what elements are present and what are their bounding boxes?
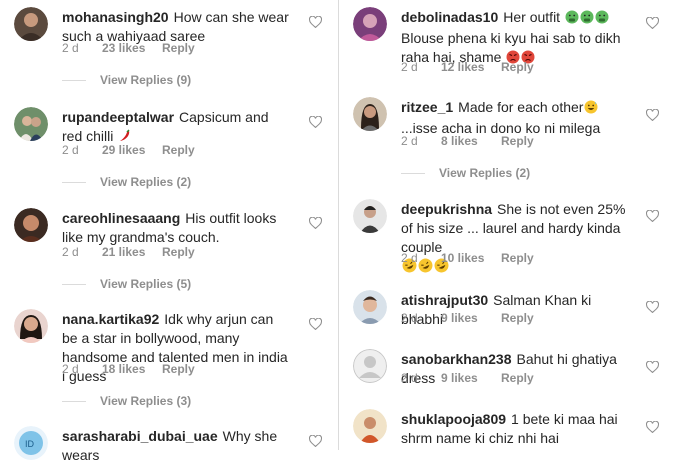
replies-divider-line [62,182,86,184]
comment-likes[interactable]: 9 likes [441,311,501,325]
like-heart-icon[interactable] [309,435,322,447]
comment-meta: 2 d 12 likes Reply [401,60,534,74]
avatar[interactable] [14,309,48,343]
comment-meta: 2 d 9 likes Reply [401,311,534,325]
comment-time: 2 d [401,311,418,325]
like-heart-icon[interactable] [309,217,322,229]
comment-username[interactable]: debolinadas10 [401,9,498,25]
reply-button[interactable]: Reply [501,134,534,148]
view-replies-link[interactable]: View Replies (5) [62,277,191,291]
comment-likes[interactable]: 10 likes [441,251,501,265]
avatar[interactable] [353,199,387,233]
comment-username[interactable]: shuklapooja809 [401,411,506,427]
comment-likes[interactable]: 29 likes [102,143,162,157]
comment-username[interactable]: careohlinesaaang [62,210,180,226]
comment-text: Her outfit [503,9,561,25]
comment-time: 2 d [62,143,79,157]
view-replies-label: View Replies (9) [100,73,192,87]
view-replies-label: View Replies (3) [100,394,192,408]
view-replies-link[interactable]: View Replies (3) [62,394,191,408]
replies-divider-line [62,401,86,403]
svg-text:ID: ID [25,439,35,449]
comment-username[interactable]: atishrajput30 [401,292,488,308]
avatar[interactable]: ID [14,426,48,460]
face-vomiting-emoji [580,10,594,29]
face-grinning-sweat-emoji [584,100,598,119]
like-heart-icon[interactable] [309,16,322,28]
view-replies-link[interactable]: View Replies (9) [62,73,191,87]
reply-button[interactable]: Reply [501,311,534,325]
avatar[interactable] [353,409,387,443]
comment-time: 2 d [62,362,79,376]
reply-button[interactable]: Reply [162,245,195,259]
comment-username[interactable]: sarasharabi_dubai_uae [62,428,218,444]
comment-time: 2 d [401,60,418,74]
comment-username[interactable]: mohanasingh20 [62,9,169,25]
avatar[interactable] [14,208,48,242]
comment-likes[interactable]: 18 likes [102,362,162,376]
reply-button[interactable]: Reply [501,60,534,74]
comment-text: Made for each other [458,99,584,115]
reply-button[interactable]: Reply [162,362,195,376]
view-replies-label: View Replies (2) [439,166,531,180]
comments-column-left: mohanasingh20 How can she wear such a wah… [0,0,339,463]
like-heart-icon[interactable] [646,17,659,29]
view-replies-label: View Replies (5) [100,277,192,291]
comment-time: 2 d [401,251,418,265]
comment-username[interactable]: ritzee_1 [401,99,453,115]
reply-button[interactable]: Reply [162,143,195,157]
replies-divider-line [62,284,86,286]
like-heart-icon[interactable] [646,421,659,433]
comment-username[interactable]: nana.kartika92 [62,311,159,327]
view-replies-link[interactable]: View Replies (2) [401,166,530,180]
comment-username[interactable]: deepukrishna [401,201,492,217]
view-replies-link[interactable]: View Replies (2) [62,175,191,189]
comment-meta: 2 d 21 likes Reply [62,245,195,259]
comment-username[interactable]: sanobarkhan238 [401,351,512,367]
comment-text-block: shuklapooja809 1 bete ki maa hai shrm nam… [401,410,629,448]
like-heart-icon[interactable] [309,116,322,128]
comment-time: 2 d [401,371,418,385]
replies-divider-line [401,173,425,175]
comment-likes[interactable]: 21 likes [102,245,162,259]
like-heart-icon[interactable] [646,361,659,373]
comment-text-block: rupandeeptalwar Capsicum and red chilli [62,108,292,148]
comments-column-right: debolinadas10 Her outfit Blouse phena ki … [339,0,675,450]
face-vomiting-emoji [565,10,579,29]
comment-meta: 2 d 9 likes Reply [401,371,534,385]
reply-button[interactable]: Reply [501,371,534,385]
comment-text-block: sarasharabi_dubai_uae Why she wears [62,427,292,465]
comment-text-block: ritzee_1 Made for each other...isse acha … [401,98,629,138]
comment-likes[interactable]: 8 likes [441,134,501,148]
avatar[interactable] [14,7,48,41]
comment-text-block: careohlinesaaang His outfit looks like my… [62,209,292,247]
like-heart-icon[interactable] [646,109,659,121]
comment-time: 2 d [62,245,79,259]
comment-meta: 2 d 18 likes Reply [62,362,195,376]
comment-meta: 2 d 10 likes Reply [401,251,534,265]
comment-username[interactable]: rupandeeptalwar [62,109,174,125]
avatar[interactable] [353,97,387,131]
avatar[interactable] [14,107,48,141]
reply-button[interactable]: Reply [501,251,534,265]
comment-likes[interactable]: 9 likes [441,371,501,385]
face-vomiting-emoji [595,10,609,29]
comment-time: 2 d [62,41,79,55]
replies-divider-line [62,80,86,82]
comment-meta: 2 d 23 likes Reply [62,41,195,55]
comment-meta: 2 d 8 likes Reply [401,134,534,148]
like-heart-icon[interactable] [646,210,659,222]
like-heart-icon[interactable] [309,318,322,330]
avatar[interactable] [353,290,387,324]
avatar[interactable] [353,7,387,41]
view-replies-label: View Replies (2) [100,175,192,189]
comment-meta: 2 d 29 likes Reply [62,143,195,157]
comment-text-block: deepukrishna She is not even 25% of his s… [401,200,629,278]
like-heart-icon[interactable] [646,301,659,313]
avatar[interactable] [353,349,387,383]
comment-likes[interactable]: 12 likes [441,60,501,74]
comment-likes[interactable]: 23 likes [102,41,162,55]
comment-time: 2 d [401,134,418,148]
reply-button[interactable]: Reply [162,41,195,55]
